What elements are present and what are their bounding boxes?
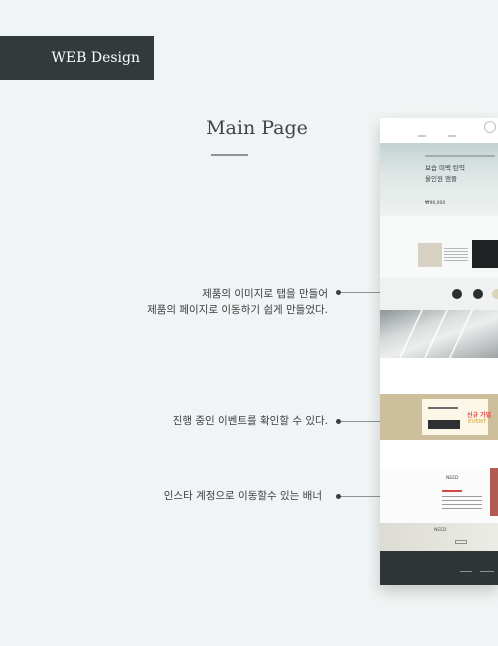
hero-line-1: 보습 미백 탄력 xyxy=(425,164,466,172)
annotation-line: 제품의 이미지로 탭을 만들어 xyxy=(202,288,328,300)
light-ray xyxy=(423,310,449,358)
title-underline xyxy=(211,154,248,156)
insta-text xyxy=(442,496,482,510)
banner-button xyxy=(455,540,467,544)
logo-icon xyxy=(484,121,496,133)
spacer-section xyxy=(380,440,498,468)
insta-accent-line xyxy=(442,490,462,492)
annotation-line: 제품의 페이지로 이동하기 쉽게 만들었다. xyxy=(147,304,328,316)
product-image xyxy=(472,240,498,268)
hero-price: ₩96,000 xyxy=(425,201,446,206)
light-ray xyxy=(448,310,474,358)
light-ray xyxy=(398,310,424,358)
footer-text xyxy=(480,571,494,572)
annotation-event: 진행 중인 이벤트를 확인할 수 있다. xyxy=(173,413,328,429)
annotation-product-tabs: 제품의 이미지로 탭을 만들어 제품의 페이지로 이동하기 쉽게 만들었다. xyxy=(147,286,328,318)
hero-line-2: 올인원 앰플 xyxy=(425,175,457,183)
product-tab-row xyxy=(380,278,498,310)
main-page-screenshot: 보습 미백 탄력 올인원 앰플 ₩96,000 신규 가입 EVENT NEED… xyxy=(380,118,498,585)
annotation-leader xyxy=(341,292,380,293)
banner-brand: NEED xyxy=(434,528,447,533)
insta-image xyxy=(490,468,498,516)
site-header xyxy=(380,118,498,143)
hero-caption xyxy=(425,155,495,157)
product-image xyxy=(418,243,442,267)
product-tab-icon xyxy=(473,289,483,299)
insta-banner: NEED xyxy=(380,523,498,551)
instagram-section: NEED xyxy=(380,468,498,523)
insta-brand: NEED xyxy=(446,476,459,481)
annotation-line: 인스타 계정으로 이동할수 있는 배너 xyxy=(163,490,322,502)
spacer-section xyxy=(380,358,498,394)
nav-item xyxy=(418,135,426,137)
annotation-leader xyxy=(341,496,380,497)
annotation-line: 진행 중인 이벤트를 확인할 수 있다. xyxy=(172,415,328,427)
product-section xyxy=(380,216,498,278)
site-footer xyxy=(380,551,498,585)
event-card-text xyxy=(428,407,458,409)
annotation-insta-banner: 인스타 계정으로 이동할수 있는 배너 xyxy=(164,488,322,504)
event-banner: 신규 가입 EVENT xyxy=(380,394,498,440)
nav-item xyxy=(448,135,456,137)
event-title: 신규 가입 xyxy=(467,412,492,419)
event-card-image xyxy=(428,420,460,429)
section-label: WEB Design xyxy=(0,36,154,80)
product-tab-icon xyxy=(452,289,462,299)
interior-photo xyxy=(380,310,498,358)
footer-text xyxy=(460,571,472,572)
page-title: Main Page xyxy=(206,117,308,139)
hero-banner: 보습 미백 탄력 올인원 앰플 ₩96,000 xyxy=(380,143,498,216)
event-word: EVENT xyxy=(468,419,487,425)
product-tab-icon xyxy=(492,289,498,299)
product-text xyxy=(444,248,468,262)
